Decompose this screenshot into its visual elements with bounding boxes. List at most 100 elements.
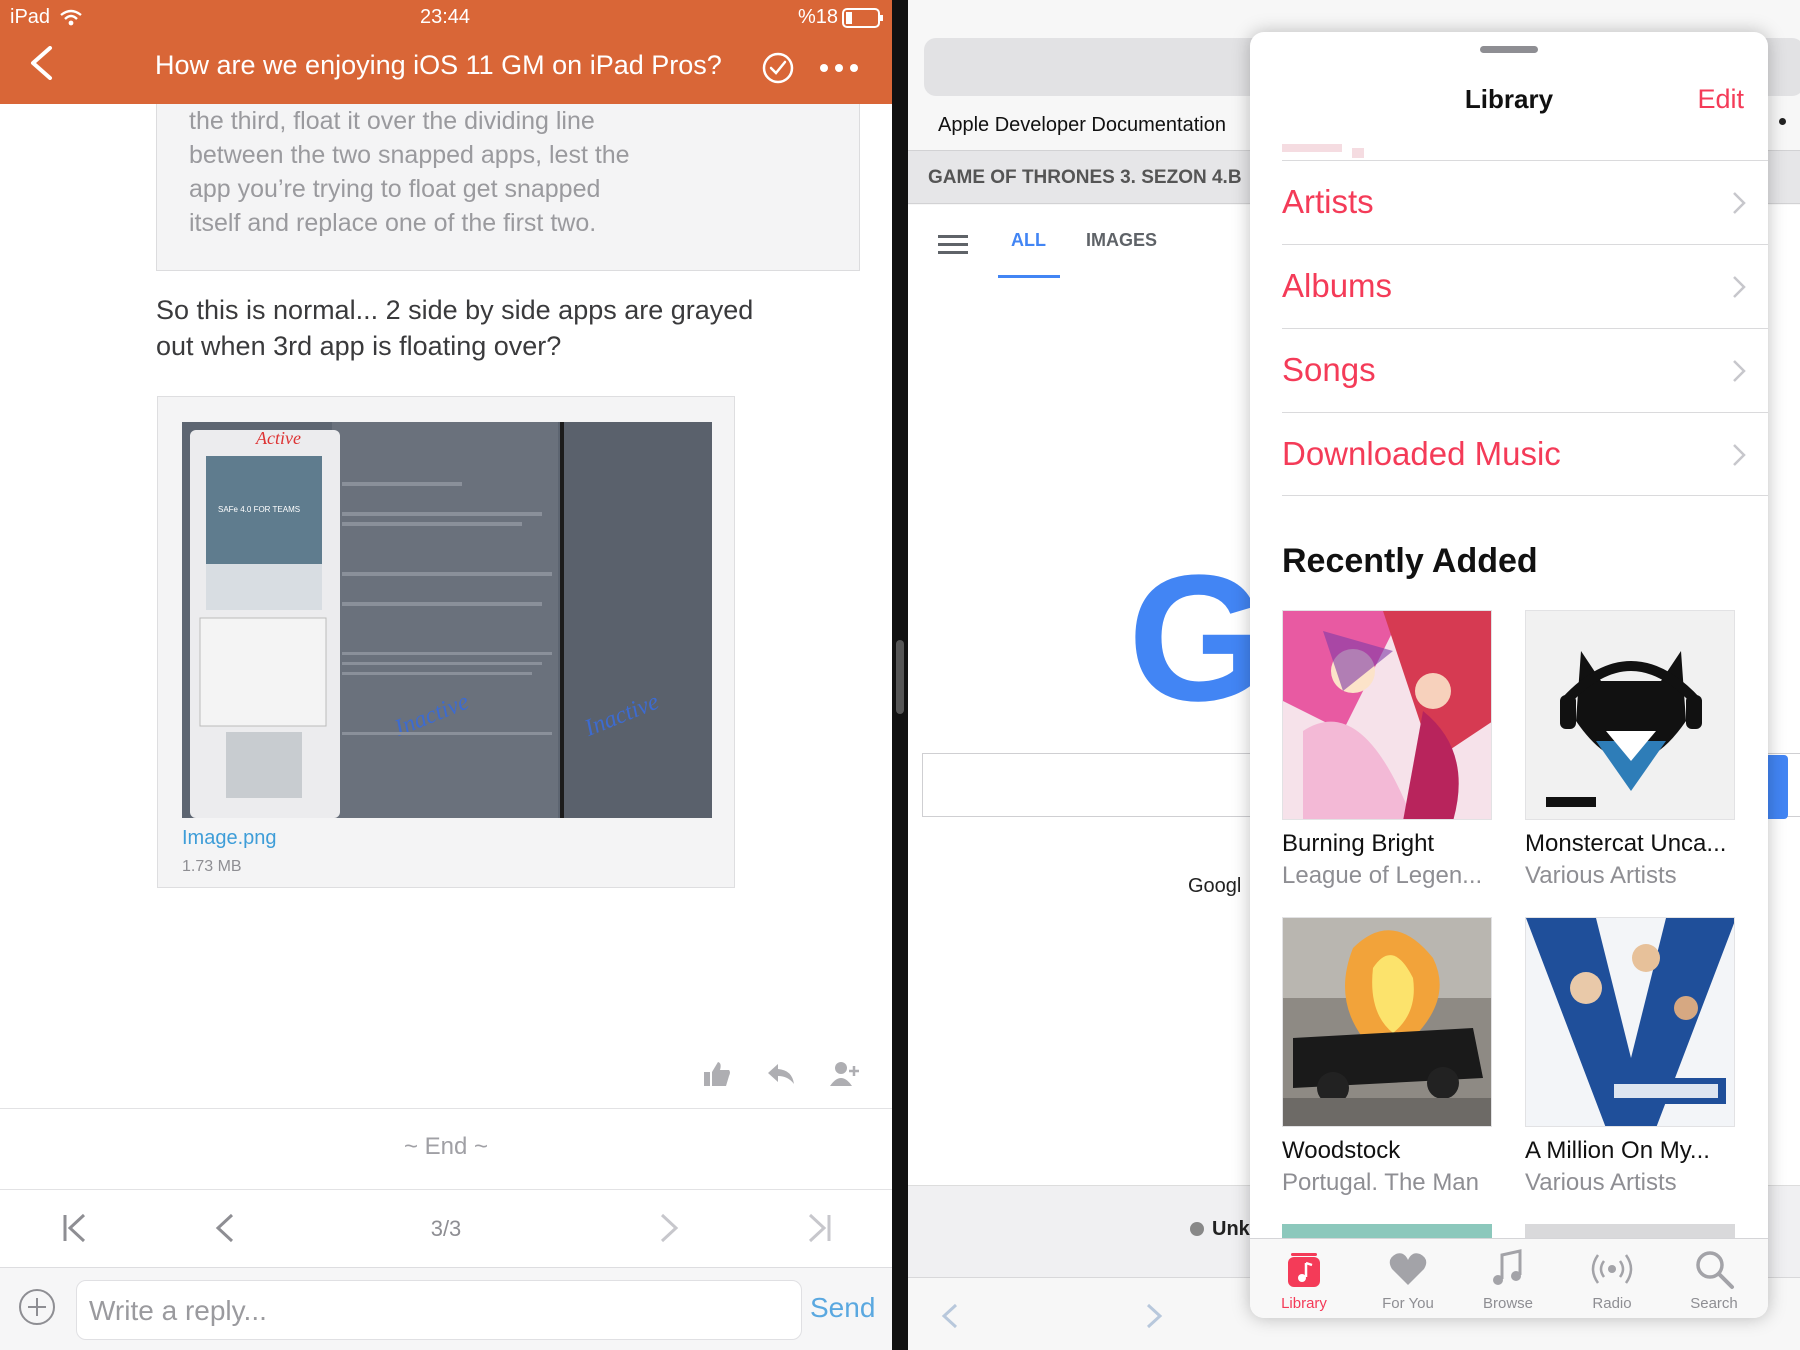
- album-art[interactable]: [1525, 610, 1735, 820]
- album-art[interactable]: [1525, 917, 1735, 1127]
- reply-icon[interactable]: [766, 1060, 796, 1088]
- album-art-partial: [1525, 1224, 1735, 1238]
- library-row-albums[interactable]: Albums: [1282, 244, 1768, 328]
- attachment-filesize: 1.73 MB: [182, 858, 242, 875]
- tab-library[interactable]: Library: [1254, 1247, 1354, 1312]
- library-row-label: Downloaded Music: [1282, 435, 1561, 472]
- library-row-label: Songs: [1282, 351, 1376, 388]
- search-tab-images[interactable]: IMAGES: [1086, 230, 1157, 251]
- edit-button[interactable]: Edit: [1697, 84, 1744, 115]
- scrolled-row-remnant: [1282, 144, 1364, 158]
- album-artist: Portugal. The Man: [1282, 1169, 1480, 1196]
- heart-icon: [1389, 1253, 1427, 1285]
- library-row-label: Artists: [1282, 183, 1374, 220]
- search-tab-all[interactable]: ALL: [1011, 230, 1046, 251]
- end-label: ~ End ~: [403, 1133, 489, 1160]
- library-row-downloaded-music[interactable]: Downloaded Music: [1282, 412, 1768, 496]
- reply-input[interactable]: Write a reply...: [76, 1280, 802, 1340]
- album-tile[interactable]: Burning Bright League of Legen...: [1282, 610, 1492, 890]
- quote-line: between the two snapped apps, lest the: [189, 141, 630, 169]
- library-row-artists[interactable]: Artists: [1282, 160, 1768, 244]
- tab-label: Browse: [1482, 1295, 1534, 1312]
- tab-radio[interactable]: Radio: [1562, 1247, 1662, 1312]
- add-user-icon[interactable]: [830, 1060, 860, 1088]
- library-row-songs[interactable]: Songs: [1282, 328, 1768, 412]
- album-tile[interactable]: Woodstock Portugal. The Man: [1282, 917, 1492, 1197]
- album-title: A Million On My...: [1525, 1137, 1710, 1164]
- hamburger-menu-icon[interactable]: [938, 233, 968, 257]
- next-page-icon[interactable]: [654, 1212, 684, 1244]
- album-art-woodstock: [1283, 918, 1491, 1126]
- tab-search[interactable]: Search: [1664, 1247, 1764, 1312]
- google-logo: G: [1128, 538, 1269, 739]
- page-indicator: 3/3: [430, 1216, 462, 1241]
- tab-browse[interactable]: Browse: [1458, 1247, 1558, 1312]
- location-dot-icon: [1190, 1222, 1204, 1236]
- back-arrow-icon[interactable]: [938, 1302, 962, 1330]
- browser-tab-title: GAME OF THRONES 3. SEZON 4.B: [928, 167, 1242, 188]
- location-text: Unk: [1212, 1218, 1250, 1240]
- plus-circle-icon[interactable]: [18, 1288, 56, 1326]
- album-art-burning-bright: [1283, 611, 1491, 819]
- image-attachment[interactable]: SAFe 4.0 FOR TEAMS Active Inactive Inact…: [157, 396, 735, 888]
- forum-app-pane: iPad 23:44 %18 How are we enjoying iOS 1…: [0, 0, 892, 1350]
- send-button[interactable]: Send: [810, 1292, 875, 1324]
- library-icon: [1288, 1253, 1320, 1287]
- album-artist: Various Artists: [1525, 1169, 1677, 1196]
- album-art[interactable]: [1282, 917, 1492, 1127]
- tab-label: Search: [1690, 1295, 1738, 1312]
- search-icon: [1696, 1251, 1734, 1289]
- music-slideover: Library Edit Artists Albums Songs Downlo…: [1250, 32, 1768, 1318]
- last-page-icon[interactable]: [804, 1212, 834, 1244]
- tab-label: Library: [1281, 1295, 1327, 1312]
- attachment-filename[interactable]: Image.png: [182, 827, 277, 850]
- album-artist: Various Artists: [1525, 862, 1677, 889]
- forward-arrow-icon[interactable]: [1142, 1302, 1166, 1330]
- album-title: Woodstock: [1282, 1137, 1401, 1164]
- music-tabbar: Library For You Browse Radio Search: [1250, 1238, 1768, 1318]
- quote-line: app you’re trying to float get snapped: [189, 175, 601, 203]
- tab-label: Radio: [1592, 1295, 1632, 1312]
- recently-added-heading: Recently Added: [1282, 542, 1538, 580]
- album-tile[interactable]: Monstercat Unca... Various Artists: [1525, 610, 1735, 890]
- chevron-right-icon: [1733, 276, 1746, 298]
- chevron-right-icon: [1733, 444, 1746, 466]
- library-title: Library: [1464, 84, 1554, 114]
- album-title: Burning Bright: [1282, 830, 1435, 857]
- quote-line: itself and replace one of the first two.: [189, 209, 597, 237]
- album-tile[interactable]: A Million On My... Various Artists: [1525, 917, 1735, 1197]
- svg-text:Active: Active: [255, 428, 301, 448]
- thread-pager: 3/3: [0, 1192, 892, 1266]
- quote-line: the third, float it over the dividing li…: [189, 107, 595, 135]
- tab-for-you[interactable]: For You: [1358, 1247, 1458, 1312]
- tab-label: For You: [1382, 1295, 1434, 1312]
- split-view-handle[interactable]: [896, 640, 904, 714]
- chevron-right-icon: [1733, 360, 1746, 382]
- chevron-right-icon: [1733, 192, 1746, 214]
- reply-composer: Write a reply... Send: [0, 1267, 892, 1350]
- attachment-thumbnail[interactable]: SAFe 4.0 FOR TEAMS Active Inactive Inact…: [182, 422, 712, 818]
- thread-end-bar: ~ End ~: [0, 1108, 892, 1190]
- album-art[interactable]: [1282, 610, 1492, 820]
- screenshot-preview-image: SAFe 4.0 FOR TEAMS Active Inactive Inact…: [182, 422, 712, 818]
- bookmark-title[interactable]: Apple Developer Documentation: [938, 114, 1226, 137]
- status-device: iPad: [10, 6, 51, 28]
- status-time: 23:44: [420, 6, 471, 28]
- album-title: Monstercat Unca...: [1525, 830, 1727, 857]
- album-art-monstercat: [1526, 611, 1734, 819]
- post-body-text: So this is normal... 2 side by side apps…: [156, 295, 754, 361]
- svg-text:SAFe 4.0 FOR TEAMS: SAFe 4.0 FOR TEAMS: [218, 505, 300, 514]
- slideover-grabber[interactable]: [1480, 46, 1538, 53]
- forum-header: iPad 23:44 %18 How are we enjoying iOS 1…: [0, 0, 892, 104]
- library-row-label: Albums: [1282, 267, 1393, 304]
- wifi-icon: [60, 9, 82, 26]
- battery-icon: [842, 8, 883, 28]
- album-art-valerian: [1526, 918, 1734, 1126]
- like-icon[interactable]: [702, 1060, 732, 1088]
- checkmark-circle-icon[interactable]: [762, 52, 794, 84]
- back-chevron-icon[interactable]: [28, 46, 54, 80]
- quoted-text-block: the third, float it over the dividing li…: [156, 104, 860, 271]
- radio-waves-icon: [1591, 1254, 1633, 1284]
- active-tab-underline: [998, 275, 1060, 278]
- more-dots-icon[interactable]: [818, 58, 860, 78]
